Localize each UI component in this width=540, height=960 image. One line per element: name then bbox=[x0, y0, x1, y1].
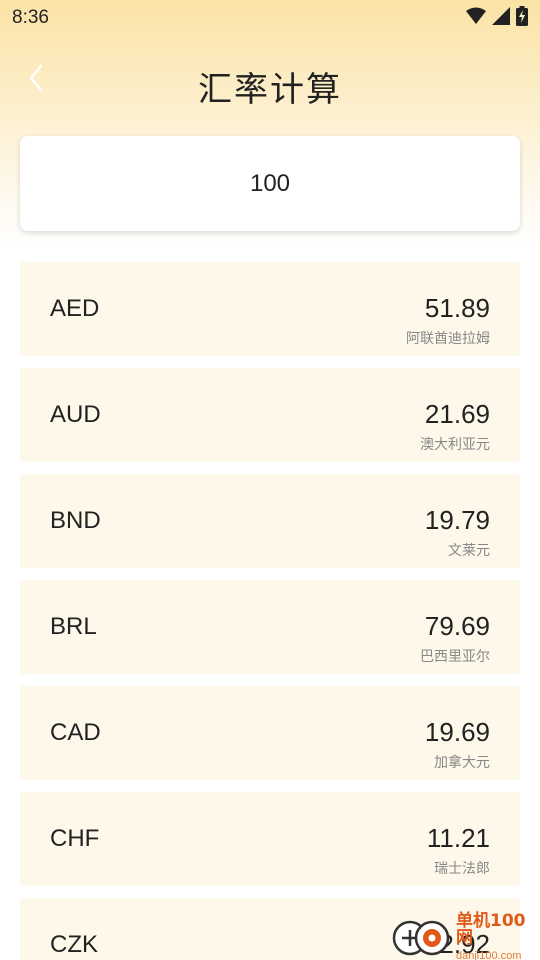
currency-name: 文莱元 bbox=[448, 543, 490, 559]
status-icons bbox=[466, 6, 528, 30]
rate-row[interactable]: BRL 79.69 巴西里亚尔 bbox=[20, 580, 520, 674]
rate-row[interactable]: AED 51.89 阿联酋迪拉姆 bbox=[20, 262, 520, 356]
page-title: 汇率计算 bbox=[198, 70, 342, 110]
signal-icon bbox=[492, 7, 510, 29]
converted-value: 79.69 bbox=[424, 611, 490, 641]
converted-value: 21.69 bbox=[424, 399, 490, 429]
currency-code: CAD bbox=[50, 719, 101, 746]
converted-value: 51.89 bbox=[424, 293, 490, 323]
watermark-logo-icon bbox=[392, 914, 452, 960]
converted-value: 11.21 bbox=[426, 823, 490, 853]
wifi-icon bbox=[466, 7, 486, 29]
converted-value: 19.79 bbox=[424, 505, 490, 535]
amount-card bbox=[20, 136, 520, 231]
rate-list: AED 51.89 阿联酋迪拉姆 AUD 21.69 澳大利亚元 BND 19.… bbox=[20, 262, 520, 960]
status-time: 8:36 bbox=[12, 7, 49, 28]
app-header: 汇率计算 bbox=[0, 52, 540, 118]
currency-code: CHF bbox=[50, 825, 100, 852]
watermark-title: 单机100网 bbox=[456, 911, 526, 948]
watermark-subtitle: danji100.com bbox=[456, 950, 522, 960]
currency-name: 巴西里亚尔 bbox=[420, 649, 490, 665]
rate-row[interactable]: CAD 19.69 加拿大元 bbox=[20, 686, 520, 780]
status-bar: 8:36 bbox=[0, 0, 540, 36]
currency-code: AUD bbox=[50, 401, 101, 428]
battery-charging-icon bbox=[516, 6, 528, 30]
amount-input[interactable] bbox=[20, 136, 520, 231]
watermark: 单机100网 danji100.com bbox=[392, 911, 540, 960]
currency-code: BND bbox=[50, 507, 101, 534]
rate-row[interactable]: BND 19.79 文莱元 bbox=[20, 474, 520, 568]
rate-row[interactable]: AUD 21.69 澳大利亚元 bbox=[20, 368, 520, 462]
converted-value: 19.69 bbox=[424, 717, 490, 747]
rate-row[interactable]: CHF 11.21 瑞士法郎 bbox=[20, 792, 520, 886]
currency-name: 澳大利亚元 bbox=[420, 437, 490, 453]
currency-code: AED bbox=[50, 295, 100, 322]
currency-code: CZK bbox=[50, 931, 98, 958]
currency-name: 加拿大元 bbox=[434, 755, 490, 771]
currency-code: BRL bbox=[50, 613, 97, 640]
currency-name: 瑞士法郎 bbox=[434, 861, 490, 877]
currency-name: 阿联酋迪拉姆 bbox=[406, 331, 490, 347]
